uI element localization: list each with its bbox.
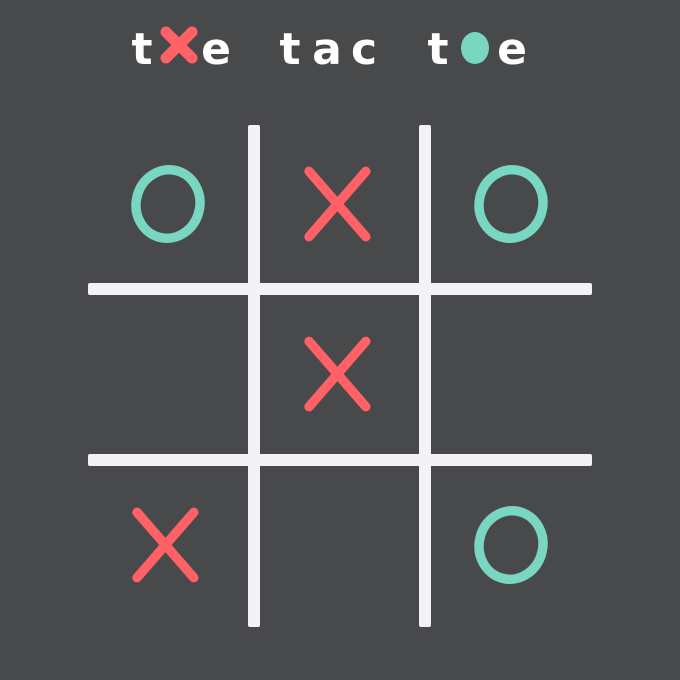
o-mark-icon [474,506,548,584]
title-x-mark-icon [160,26,198,64]
grid-line-horizontal-1 [88,283,592,295]
cell-3[interactable] [431,125,591,283]
cell-6[interactable] [431,295,591,453]
x-mark-icon [304,166,371,242]
title-letter: e [201,24,231,75]
title-letter: a [312,24,342,75]
cell-7[interactable] [88,466,248,624]
cell-1[interactable] [88,125,248,283]
game-title: tetacte [131,24,527,75]
cell-8[interactable] [260,466,420,624]
grid-line-vertical-2 [419,125,431,627]
title-letter: e [497,24,527,75]
title-letter: t [131,24,152,75]
cell-4[interactable] [88,295,248,453]
game-screen: tetacte [0,0,680,680]
cell-5[interactable] [260,295,420,453]
o-mark-icon [131,165,205,243]
tic-tac-toe-board [88,125,592,627]
title-letter: t [427,24,448,75]
x-mark-icon [304,336,371,412]
title-letter: t [279,24,300,75]
grid-line-horizontal-2 [88,454,592,466]
title-o-mark-icon [461,32,489,64]
x-mark-icon [132,507,199,583]
cell-2[interactable] [260,125,420,283]
grid-line-vertical-1 [248,125,260,627]
cell-9[interactable] [431,466,591,624]
title-letter: c [351,24,377,75]
o-mark-icon [474,165,548,243]
